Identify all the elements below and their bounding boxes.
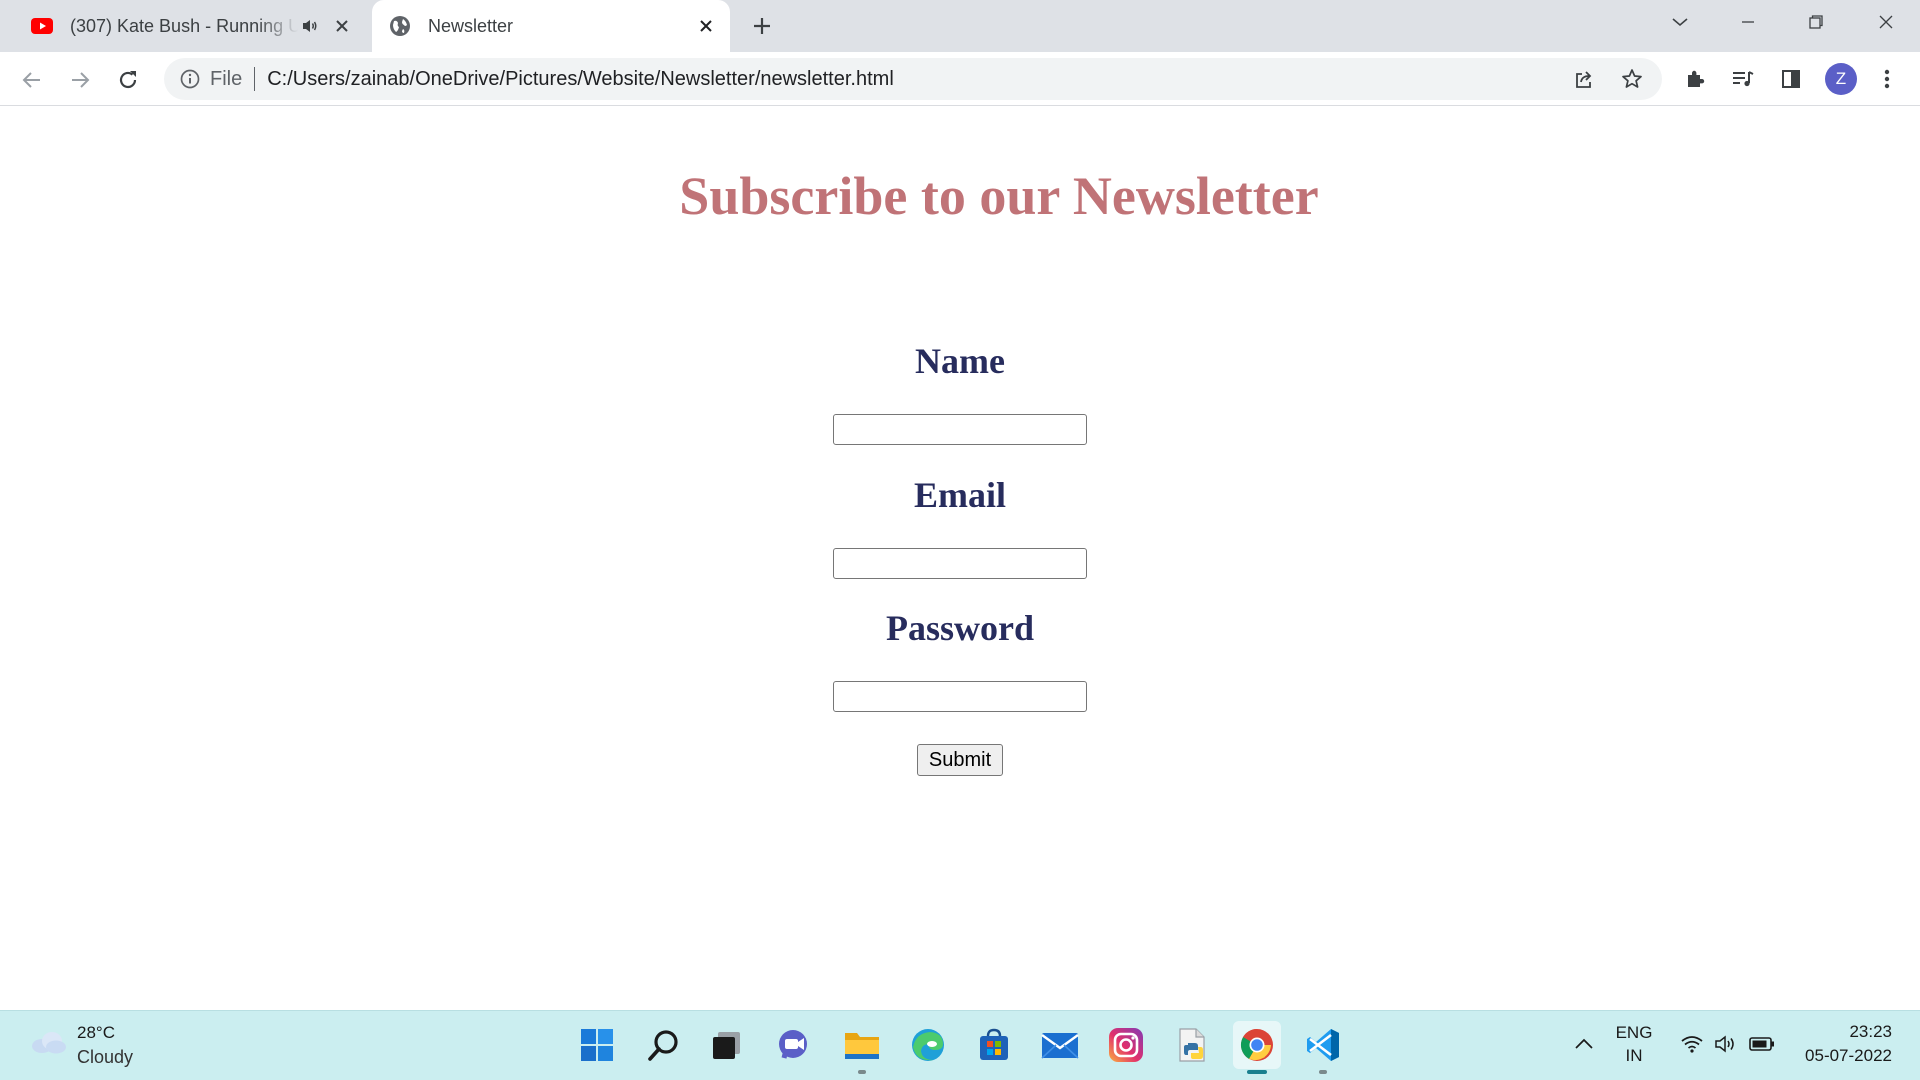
edge-icon[interactable] xyxy=(904,1021,952,1069)
search-icon[interactable] xyxy=(640,1021,688,1069)
password-input[interactable] xyxy=(833,681,1087,712)
bookmark-star-icon[interactable] xyxy=(1620,67,1644,91)
close-tab-icon[interactable] xyxy=(694,14,718,38)
tab-title: Newsletter xyxy=(428,15,514,36)
reload-icon[interactable] xyxy=(108,60,148,100)
name-input[interactable] xyxy=(833,414,1087,445)
url-text[interactable]: C:/Users/zainab/OneDrive/Pictures/Websit… xyxy=(267,68,894,91)
share-icon[interactable] xyxy=(1572,67,1596,91)
running-indicator xyxy=(1319,1070,1327,1074)
name-label: Name xyxy=(915,341,1005,381)
volume-icon[interactable] xyxy=(1713,1032,1739,1056)
kebab-menu-icon[interactable] xyxy=(1874,66,1900,92)
running-indicator xyxy=(858,1070,866,1074)
media-controls-icon[interactable] xyxy=(1730,66,1756,92)
weather-temperature[interactable]: 28°C xyxy=(77,1023,115,1043)
url-scheme-label: File xyxy=(210,67,243,90)
cloud-weather-icon[interactable] xyxy=(28,1029,68,1055)
address-divider xyxy=(254,67,256,91)
chrome-icon[interactable] xyxy=(1233,1021,1281,1069)
address-bar[interactable]: File C:/Users/zainab/OneDrive/Pictures/W… xyxy=(164,58,1662,100)
submit-button[interactable]: Submit xyxy=(917,744,1003,776)
windows-taskbar xyxy=(0,1010,1920,1080)
audio-playing-icon[interactable] xyxy=(298,14,322,38)
email-input[interactable] xyxy=(833,548,1087,579)
instagram-icon[interactable] xyxy=(1102,1021,1150,1069)
password-label: Password xyxy=(885,608,1034,648)
microsoft-store-icon[interactable] xyxy=(970,1021,1018,1069)
clock-time[interactable]: 23:23 xyxy=(1760,1022,1892,1042)
back-arrow-icon[interactable] xyxy=(12,60,52,100)
youtube-icon xyxy=(30,14,54,38)
wifi-icon[interactable] xyxy=(1679,1032,1705,1056)
tab-title: (307) Kate Bush - Running Up That Hill xyxy=(70,15,298,36)
restore-icon[interactable] xyxy=(1782,0,1850,44)
new-tab-button[interactable] xyxy=(748,12,776,40)
tab-newsletter[interactable]: Newsletter xyxy=(372,0,730,52)
active-app-indicator xyxy=(1247,1070,1267,1074)
tab-search-icon[interactable] xyxy=(1646,0,1714,44)
site-info-icon[interactable] xyxy=(178,67,202,91)
forward-arrow-icon[interactable] xyxy=(60,60,100,100)
profile-avatar[interactable]: Z xyxy=(1825,63,1857,95)
newsletter-heading: Subscribe to our Newsletter xyxy=(679,166,1319,226)
chevron-up-icon[interactable] xyxy=(1572,1032,1596,1056)
teams-chat-icon[interactable] xyxy=(770,1021,818,1069)
python-file-icon[interactable] xyxy=(1168,1021,1216,1069)
input-language[interactable]: ENG xyxy=(1614,1023,1654,1043)
side-panel-icon[interactable] xyxy=(1778,66,1804,92)
clock-date[interactable]: 05-07-2022 xyxy=(1760,1046,1892,1066)
weather-description[interactable]: Cloudy xyxy=(77,1047,133,1068)
close-tab-icon[interactable] xyxy=(330,14,354,38)
input-region[interactable]: IN xyxy=(1614,1046,1654,1066)
start-icon[interactable] xyxy=(573,1021,621,1069)
close-window-icon[interactable] xyxy=(1852,0,1920,44)
vscode-icon[interactable] xyxy=(1299,1021,1347,1069)
tab-youtube[interactable]: (307) Kate Bush - Running Up That Hill xyxy=(14,0,366,52)
globe-icon xyxy=(388,14,412,38)
extensions-icon[interactable] xyxy=(1682,66,1708,92)
email-label: Email xyxy=(913,475,1006,515)
file-explorer-icon[interactable] xyxy=(838,1021,886,1069)
mail-icon[interactable] xyxy=(1036,1021,1084,1069)
minimize-icon[interactable] xyxy=(1714,0,1782,44)
task-view-icon[interactable] xyxy=(703,1021,751,1069)
